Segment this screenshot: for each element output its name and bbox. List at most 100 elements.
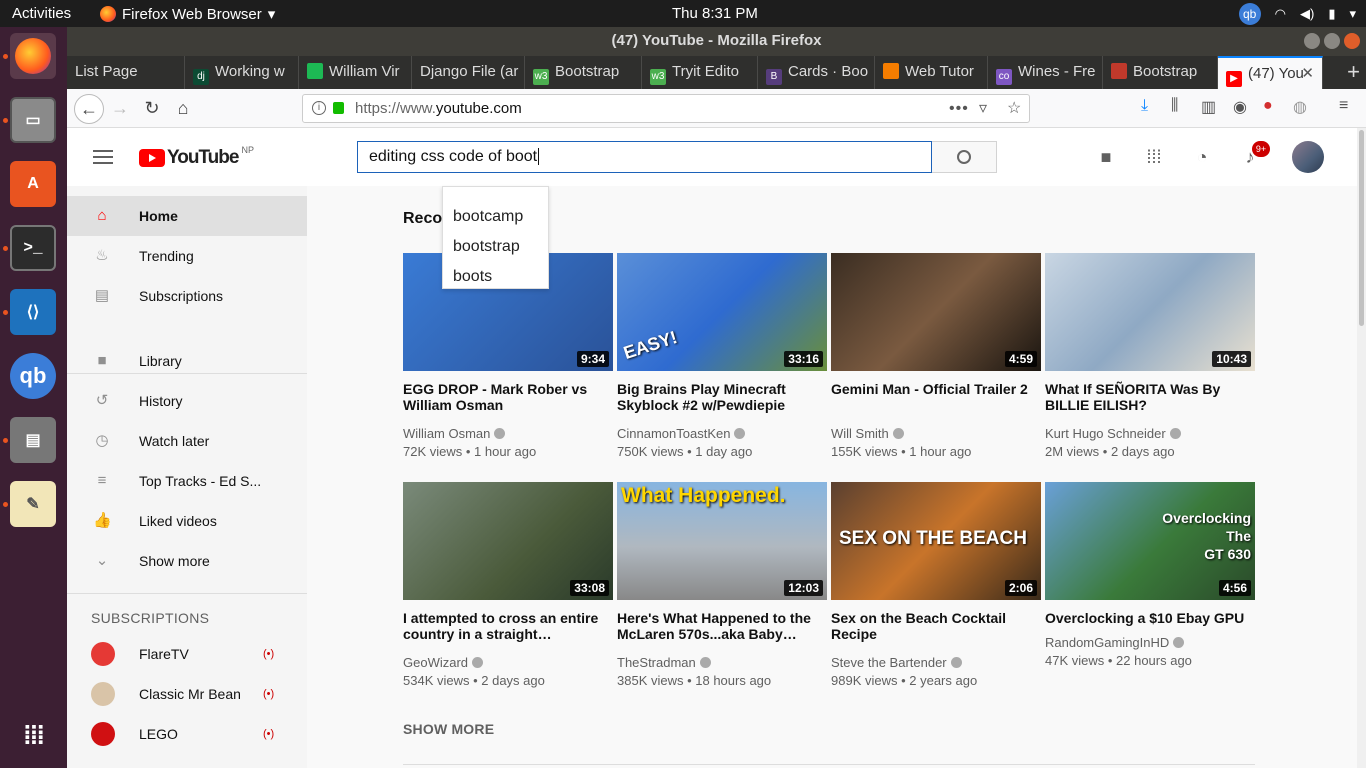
page-scrollbar[interactable]	[1357, 128, 1366, 768]
qbittorrent-tray-icon[interactable]: qb	[1238, 3, 1261, 25]
firefox-launcher-icon[interactable]	[10, 33, 56, 79]
tab[interactable]: ▶ (47) You ✕	[1218, 56, 1323, 89]
show-applications-icon[interactable]: ⁞⁞⁞	[10, 712, 56, 758]
site-info-icon[interactable]: i	[312, 101, 326, 115]
create-video-icon[interactable]: ■	[1095, 147, 1117, 167]
tab[interactable]: B Cards · Boo	[758, 56, 875, 89]
volume-icon[interactable]: ◀)	[1300, 6, 1314, 22]
url-bar[interactable]: i https://www.youtube.com ••• ▿ ☆	[302, 94, 1030, 123]
reload-button[interactable]: ↻	[140, 97, 164, 121]
url-text[interactable]: https://www.youtube.com	[355, 95, 522, 122]
tab[interactable]: w3 Bootstrap	[525, 56, 642, 89]
bookmark-star-icon[interactable]: ☆	[1007, 95, 1021, 122]
guide-item[interactable]: ⌄ Show more	[67, 541, 307, 581]
power-menu-icon[interactable]: ▾	[1349, 6, 1356, 22]
video-title[interactable]: Here's What Happened to the McLaren 570s…	[617, 610, 827, 642]
guide-item[interactable]: ■ Library	[67, 341, 307, 381]
video-thumbnail[interactable]: 12:03 What Happened.	[617, 482, 827, 600]
tab[interactable]: Django File (ar	[412, 56, 525, 89]
extension-globe-icon[interactable]: ◍	[1293, 97, 1307, 117]
battery-icon[interactable]: ▮	[1328, 6, 1335, 22]
video-thumbnail[interactable]: 4:56 Overclocking The GT 630	[1045, 482, 1255, 600]
sidebar-icon[interactable]: ▥	[1201, 97, 1216, 117]
tab[interactable]: co Wines - Fre	[988, 56, 1103, 89]
search-input[interactable]: editing css code of boot	[357, 141, 932, 173]
qbittorrent-icon[interactable]: qb	[10, 353, 56, 399]
extension-icon[interactable]: ◉	[1233, 97, 1247, 117]
suggestion-item[interactable]: boots	[443, 265, 548, 295]
guide-menu-icon[interactable]	[93, 150, 113, 164]
close-tab-icon[interactable]: ✕	[1301, 58, 1314, 89]
channel-name[interactable]: Kurt Hugo Schneider	[1045, 426, 1181, 441]
text-editor-icon[interactable]: ✎	[10, 481, 56, 527]
subscription-item[interactable]: LEGO (•)	[67, 714, 307, 754]
video-title[interactable]: I attempted to cross an entire country i…	[403, 610, 613, 642]
page-actions-button[interactable]: •••	[949, 95, 969, 122]
tab[interactable]: List Page	[67, 56, 185, 89]
channel-name[interactable]: William Osman	[403, 426, 506, 441]
tab[interactable]: Bootstrap	[1103, 56, 1218, 89]
scrollbar-thumb[interactable]	[1359, 130, 1364, 326]
library-icon[interactable]: ⫼	[1171, 97, 1178, 115]
tab[interactable]: dj Working w	[185, 56, 299, 89]
guide-item[interactable]: 👍 Liked videos	[67, 501, 307, 541]
clock[interactable]: Thu 8:31 PM	[672, 5, 758, 22]
video-title[interactable]: What If SEÑORITA Was By BILLIE EILISH?	[1045, 381, 1255, 413]
channel-name[interactable]: RandomGamingInHD	[1045, 635, 1185, 650]
video-title[interactable]: Big Brains Play Minecraft Skyblock #2 w/…	[617, 381, 827, 413]
minimize-button[interactable]	[1304, 33, 1320, 49]
video-thumbnail[interactable]: 33:16 EASY!	[617, 253, 827, 371]
video-thumbnail[interactable]: 4:59	[831, 253, 1041, 371]
suggestion-item[interactable]: bootcamp	[443, 205, 548, 235]
guide-item[interactable]: ◷ Watch later	[67, 421, 307, 461]
video-title[interactable]: Gemini Man - Official Trailer 2	[831, 381, 1041, 397]
menu-icon[interactable]: ≡	[1339, 97, 1348, 115]
video-title[interactable]: EGG DROP - Mark Rober vs William Osman	[403, 381, 613, 413]
activities-button[interactable]: Activities	[12, 5, 71, 22]
new-tab-button[interactable]: +	[1347, 56, 1360, 88]
guide-item[interactable]: ↺ History	[67, 381, 307, 421]
video-thumbnail[interactable]: 33:08	[403, 482, 613, 600]
guide-item[interactable]: ⌂ Home	[67, 196, 307, 236]
tab[interactable]: William Vir	[299, 56, 412, 89]
tab[interactable]: Web Tutor	[875, 56, 988, 89]
video-thumbnail[interactable]: 2:06 SEX ON THE BEACH	[831, 482, 1041, 600]
channel-name[interactable]: Will Smith	[831, 426, 904, 441]
terminal-icon[interactable]: >_	[10, 225, 56, 271]
guide-item[interactable]: ≡ Top Tracks - Ed S...	[67, 461, 307, 501]
guide-item[interactable]: ♨ Trending	[67, 236, 307, 276]
guide-item[interactable]: ▤ Subscriptions	[67, 276, 307, 316]
suggestion-item[interactable]: bootstrap	[443, 235, 548, 265]
vscode-icon[interactable]: ⟨⟩	[10, 289, 56, 335]
back-button[interactable]: ←	[74, 94, 104, 124]
home-button[interactable]: ⌂	[171, 97, 195, 121]
system-tray[interactable]: qb ◠ ◀) ▮ ▾	[1238, 3, 1356, 25]
account-avatar[interactable]	[1292, 141, 1324, 173]
search-button[interactable]	[932, 141, 997, 173]
files-launcher-icon[interactable]: ▭	[10, 97, 56, 143]
extension-d-icon[interactable]: ●	[1263, 97, 1273, 115]
channel-name[interactable]: Steve the Bartender	[831, 655, 962, 670]
channel-name[interactable]: TheStradman	[617, 655, 711, 670]
pocket-icon[interactable]: ▿	[979, 95, 987, 122]
channel-name[interactable]: GeoWizard	[403, 655, 484, 670]
downloads-icon[interactable]: ⤓	[1141, 97, 1148, 115]
software-center-icon[interactable]: A	[10, 161, 56, 207]
tab[interactable]: w3 Tryit Edito	[642, 56, 758, 89]
forward-button[interactable]: →	[108, 97, 132, 121]
video-title[interactable]: Sex on the Beach Cocktail Recipe	[831, 610, 1041, 642]
subscription-item[interactable]: FlareTV (•)	[67, 634, 307, 674]
show-more-button[interactable]: SHOW MORE	[403, 721, 494, 737]
subscription-item[interactable]: Classic Mr Bean (•)	[67, 674, 307, 714]
video-thumbnail[interactable]: 10:43	[1045, 253, 1255, 371]
channel-name[interactable]: CinnamonToastKen	[617, 426, 746, 441]
video-title[interactable]: Overclocking a $10 Ebay GPU	[1045, 610, 1255, 626]
messages-icon[interactable]: ◔	[1191, 147, 1213, 167]
app-menu[interactable]: Firefox Web Browser ▾	[100, 5, 275, 23]
maximize-button[interactable]	[1324, 33, 1340, 49]
youtube-logo[interactable]: YouTube NP	[139, 145, 254, 169]
wifi-icon[interactable]: ◠	[1275, 6, 1286, 22]
close-window-button[interactable]	[1344, 33, 1360, 49]
apps-grid-icon[interactable]: ⁞⁞⁞	[1143, 147, 1165, 167]
scanner-icon[interactable]: ▤	[10, 417, 56, 463]
